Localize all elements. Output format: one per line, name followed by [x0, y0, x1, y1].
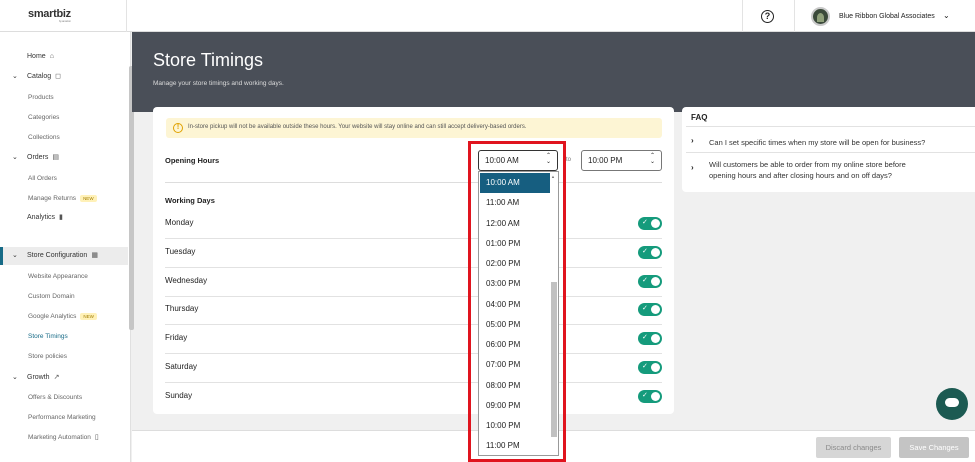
chevron-right-icon[interactable]: › [691, 136, 694, 145]
day-toggle[interactable]: ✓ [638, 390, 662, 403]
day-row-wednesday: Wednesday ✓ [165, 268, 662, 297]
sidebar-item-store-timings[interactable]: Store Timings [0, 328, 128, 346]
sidebar-item-growth[interactable]: ⌄ Growth ↗ [0, 369, 128, 387]
sidebar-item-offers-discounts[interactable]: Offers & Discounts [0, 389, 128, 407]
new-badge: NEW [80, 312, 97, 320]
cube-icon: ◻ [55, 73, 61, 80]
sidebar-item-marketing-automation[interactable]: Marketing Automation ▯ [0, 429, 128, 447]
account-avatar[interactable] [811, 7, 830, 26]
chevron-right-icon[interactable]: › [691, 163, 694, 172]
day-toggle[interactable]: ✓ [638, 361, 662, 374]
save-changes-button[interactable]: Save Changes [899, 437, 969, 458]
highlight-box [468, 141, 566, 462]
check-icon: ✓ [642, 392, 648, 399]
page-subtitle: Manage your store timings and working da… [153, 80, 284, 87]
logo-divider [126, 0, 127, 32]
faq-question-1[interactable]: Can I set specific times when my store w… [709, 137, 925, 148]
sidebar-item-collections[interactable]: Collections [0, 129, 128, 147]
sidebar-item-store-configuration[interactable]: ⌄ Store Configuration ▦ [0, 247, 128, 265]
chat-icon[interactable] [936, 388, 968, 420]
page-title: Store Timings [153, 50, 264, 70]
warning-banner: ! In-store pickup will not be available … [166, 118, 662, 138]
day-toggle[interactable]: ✓ [638, 217, 662, 230]
store-icon: ▦ [91, 252, 98, 259]
chevron-down-icon: ⌄ [12, 73, 18, 80]
day-toggle[interactable]: ✓ [638, 303, 662, 316]
faq-question-2[interactable]: Will customers be able to order from my … [709, 159, 906, 181]
chevron-down-icon: ⌄ [12, 154, 18, 161]
divider [165, 182, 662, 183]
select-arrows-icon: ⌃ ⌄ [649, 153, 655, 165]
day-name: Saturday [165, 362, 198, 371]
sidebar-item-analytics[interactable]: Analytics ▮ [0, 209, 128, 227]
check-icon: ✓ [642, 305, 648, 312]
sidebar-item-store-policies[interactable]: Store policies [0, 348, 128, 366]
discard-changes-button[interactable]: Discard changes [816, 437, 891, 458]
day-toggle[interactable]: ✓ [638, 275, 662, 288]
warning-icon: ! [173, 123, 183, 133]
check-icon: ✓ [642, 334, 648, 341]
closing-time-select[interactable]: 10:00 PM ⌃ ⌄ [581, 150, 662, 171]
day-row-tuesday: Tuesday ✓ [165, 239, 662, 268]
home-icon: ⌂ [49, 53, 54, 60]
question-circle-icon[interactable]: ? [761, 10, 774, 23]
account-name[interactable]: Blue Ribbon Global Associates [839, 13, 935, 20]
chevron-down-icon: ⌄ [12, 252, 18, 259]
day-name: Tuesday [165, 247, 196, 256]
sidebar-item-products[interactable]: Products [0, 89, 128, 107]
day-name: Monday [165, 218, 194, 227]
header-divider [794, 0, 795, 32]
day-row-sunday: Sunday ✓ [165, 383, 662, 412]
top-header: smartbiz by amazon ? Blue Ribbon Global … [0, 0, 975, 32]
check-icon: ✓ [642, 363, 648, 370]
sidebar-item-all-orders[interactable]: All Orders [0, 170, 128, 188]
sidebar-item-manage-returns[interactable]: Manage Returns NEW [0, 190, 128, 208]
smartbiz-logo[interactable]: smartbiz by amazon [28, 8, 71, 23]
day-row-monday: Monday ✓ [165, 210, 662, 239]
header-divider [742, 0, 743, 32]
sidebar-item-categories[interactable]: Categories [0, 109, 128, 127]
faq-title: FAQ [691, 113, 708, 122]
day-name: Thursday [165, 304, 199, 313]
day-row-friday: Friday ✓ [165, 325, 662, 354]
day-name: Sunday [165, 391, 193, 400]
clipboard-icon: ▤ [52, 154, 60, 161]
sidebar-item-home[interactable]: Home ⌂ [0, 48, 128, 66]
warning-text: In-store pickup will not be available ou… [188, 124, 527, 130]
check-icon: ✓ [642, 219, 648, 226]
trend-up-icon: ↗ [53, 374, 60, 381]
day-row-thursday: Thursday ✓ [165, 296, 662, 325]
day-name: Friday [165, 333, 188, 342]
sidebar-item-google-analytics[interactable]: Google Analytics NEW [0, 308, 128, 326]
sidebar-item-performance-marketing[interactable]: Performance Marketing [0, 409, 128, 427]
chevron-down-icon: ⌄ [12, 374, 18, 381]
day-name: Wednesday [165, 276, 208, 285]
opening-hours-label: Opening Hours [165, 156, 220, 165]
device-icon: ▯ [94, 434, 99, 441]
day-row-saturday: Saturday ✓ [165, 354, 662, 383]
sidebar-item-catalog[interactable]: ⌄ Catalog ◻ [0, 68, 128, 86]
to-label: to [566, 157, 572, 163]
sidebar-item-website-appearance[interactable]: Website Appearance [0, 268, 128, 286]
working-days-label: Working Days [165, 196, 215, 205]
page-banner [132, 32, 975, 112]
sidebar-item-custom-domain[interactable]: Custom Domain [0, 288, 128, 306]
new-badge: NEW [80, 194, 97, 202]
day-toggle[interactable]: ✓ [638, 246, 662, 259]
divider [686, 126, 975, 127]
chevron-down-icon[interactable]: ⌄ [943, 11, 950, 20]
check-icon: ✓ [642, 248, 648, 255]
check-icon: ✓ [642, 277, 648, 284]
sidebar-item-orders[interactable]: ⌄ Orders ▤ [0, 149, 128, 167]
bar-chart-icon: ▮ [59, 214, 63, 221]
day-toggle[interactable]: ✓ [638, 332, 662, 345]
divider [686, 152, 975, 153]
